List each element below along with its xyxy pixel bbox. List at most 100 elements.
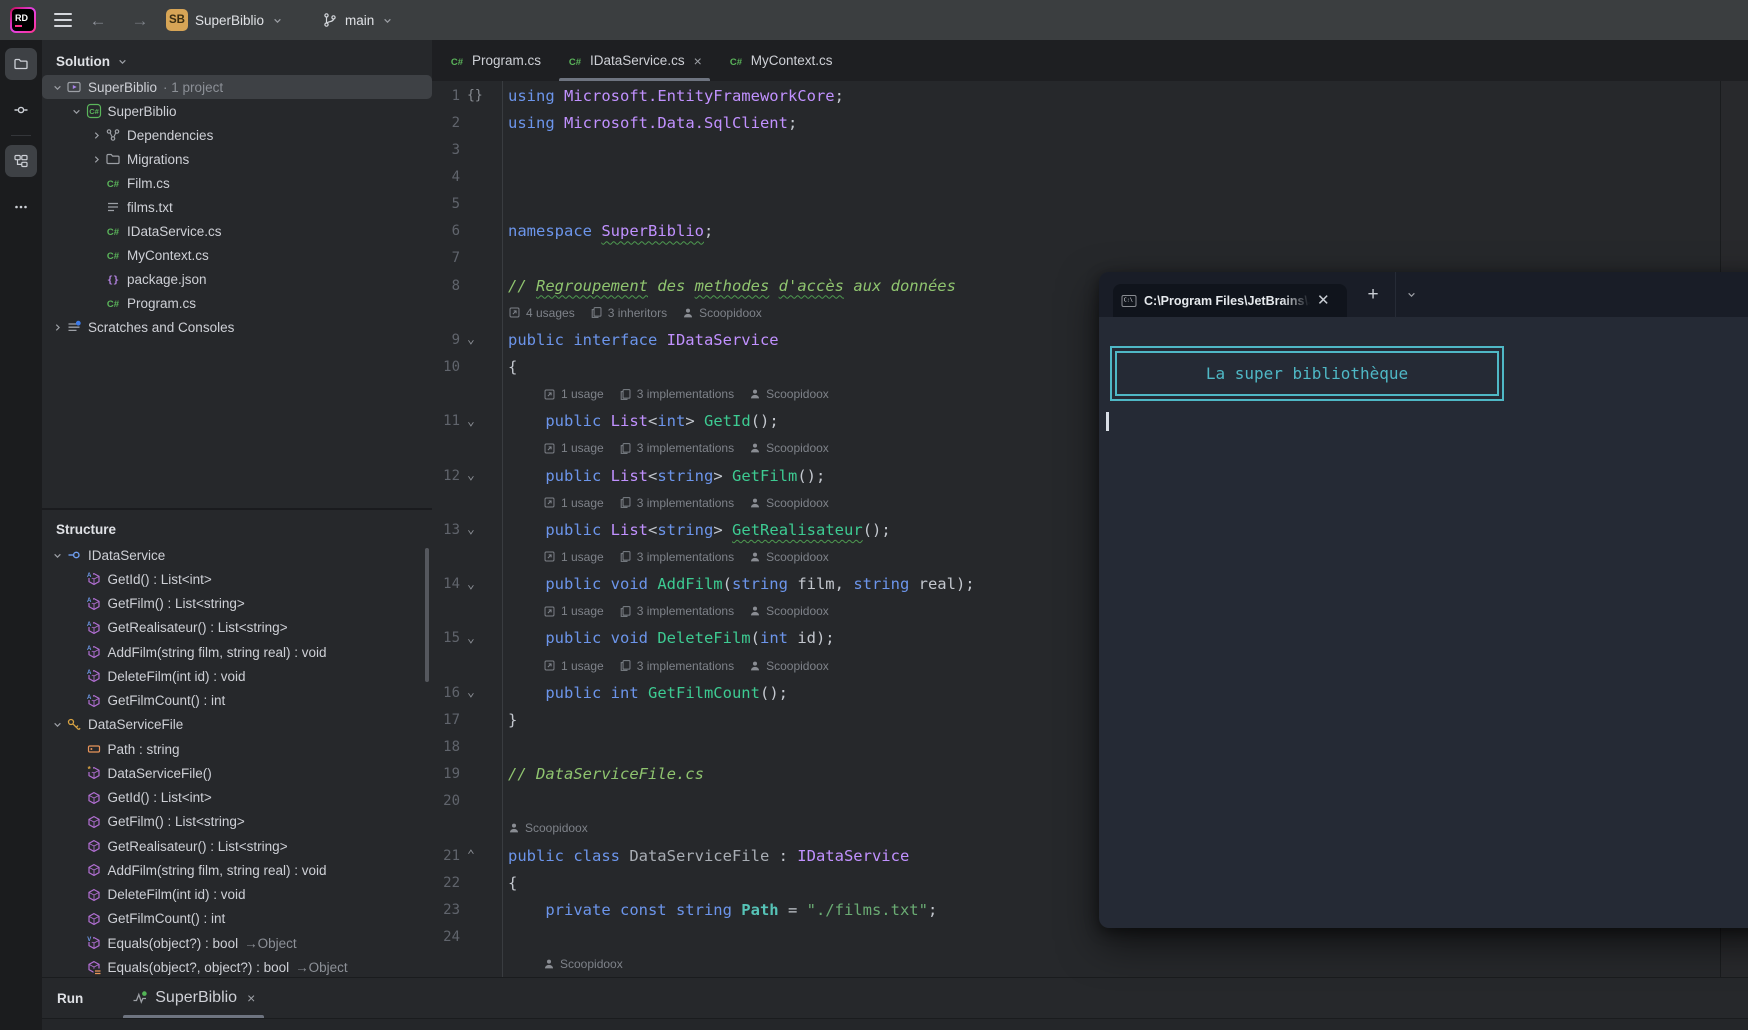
tree-row[interactable]: SuperBiblio· 1 project [42, 75, 432, 99]
inlay-hint-person[interactable]: Scoopidoox [749, 496, 829, 510]
solution-panel-header[interactable]: Solution [42, 40, 432, 75]
inlay-hint-usage[interactable]: 1 usage [543, 496, 604, 510]
tree-row[interactable]: C#IDataService.cs [42, 219, 432, 243]
inlay-hint-person[interactable]: Scoopidoox [749, 387, 829, 401]
fold-marker-icon[interactable]: ⌄ [460, 468, 502, 483]
chevron-right-icon[interactable] [87, 153, 105, 166]
commit-toolwindow-button[interactable] [5, 94, 37, 126]
inlay-hint-usage[interactable]: 1 usage [543, 387, 604, 401]
chevron-down-icon[interactable] [48, 718, 66, 731]
tree-row[interactable]: AGetFilm() : List<string> [42, 592, 432, 616]
tree-row[interactable]: Dependencies [42, 123, 432, 147]
inlay-hint-impl[interactable]: 3 implementations [619, 659, 734, 673]
tree-row[interactable]: DataServiceFile [42, 713, 432, 737]
tree-row[interactable]: AGetRealisateur() : List<string> [42, 616, 432, 640]
terminal-content[interactable]: La super bibliothèque [1099, 317, 1748, 928]
run-tab-superbiblio[interactable]: SuperBiblio × [119, 978, 268, 1018]
fold-marker-icon[interactable]: ⌄ [460, 631, 502, 646]
line-number: 11 [432, 413, 460, 429]
fold-marker-icon[interactable]: ⌄ [460, 685, 502, 700]
editor-tab-program-cs[interactable]: C#Program.cs [436, 40, 554, 81]
tree-row[interactable]: AAddFilm(string film, string real) : voi… [42, 640, 432, 664]
inlay-hint-person[interactable]: Scoopidoox [508, 821, 588, 835]
code-token: ; [788, 114, 797, 132]
fold-marker-icon[interactable]: ⌄ [460, 522, 502, 537]
tree-row[interactable]: Scratches and Consoles [42, 315, 432, 339]
editor-tab-close-icon[interactable]: × [694, 53, 702, 69]
line-number: 3 [432, 142, 460, 158]
inlay-hint-usage[interactable]: 1 usage [543, 604, 604, 618]
structure-panel-header: Structure [42, 510, 432, 543]
line-number: 9 [432, 332, 460, 348]
tree-row[interactable]: C#MyContext.cs [42, 243, 432, 267]
inlay-hint-impl[interactable]: 3 inheritors [590, 306, 667, 320]
inlay-hint-impl[interactable]: 3 implementations [619, 550, 734, 564]
structure-scrollbar-thumb[interactable] [425, 548, 429, 682]
impl-icon [619, 659, 632, 672]
project-widget[interactable]: SB SuperBiblio [160, 6, 290, 34]
fold-marker-icon[interactable]: ⌄ [460, 332, 502, 347]
tree-row[interactable]: IDataService [42, 543, 432, 567]
tree-row[interactable]: VEquals(object?) : bool→Object [42, 931, 432, 955]
tree-row[interactable]: GetFilm() : List<string> [42, 810, 432, 834]
inlay-hint-person[interactable]: Scoopidoox [749, 441, 829, 455]
chevron-down-icon[interactable] [48, 549, 66, 562]
terminal-tab-close-icon[interactable]: ✕ [1317, 293, 1330, 308]
inlay-hint-person[interactable]: Scoopidoox [682, 306, 762, 320]
navigate-forward-button[interactable]: → [130, 12, 150, 29]
tree-row[interactable]: GetFilmCount() : int [42, 907, 432, 931]
project-toolwindow-button[interactable] [5, 48, 37, 80]
inlay-hint-usage[interactable]: 1 usage [543, 441, 604, 455]
editor-tab-mycontext-cs[interactable]: C#MyContext.cs [715, 40, 846, 81]
inlay-hint-usage[interactable]: 1 usage [543, 659, 604, 673]
tree-row[interactable]: C#SuperBiblio [42, 99, 432, 123]
chevron-down-icon[interactable] [48, 81, 66, 94]
inlay-hint-impl[interactable]: 3 implementations [619, 441, 734, 455]
tree-row[interactable]: C#Program.cs [42, 291, 432, 315]
chevron-right-icon[interactable] [87, 129, 105, 142]
run-tab-close-icon[interactable]: × [247, 990, 255, 1006]
inlay-hint-impl[interactable]: 3 implementations [619, 387, 734, 401]
code-token: Regroupement [536, 277, 648, 295]
inlay-hint-usage[interactable]: 4 usages [508, 306, 575, 320]
tree-row[interactable]: GetRealisateur() : List<string> [42, 834, 432, 858]
tree-row[interactable]: {}package.json [42, 267, 432, 291]
folder-icon [105, 151, 121, 167]
tree-row[interactable]: AGetFilmCount() : int [42, 689, 432, 713]
inlay-hint-impl[interactable]: 3 implementations [619, 496, 734, 510]
tree-row[interactable]: DeleteFilm(int id) : void [42, 883, 432, 907]
chevron-right-icon[interactable] [48, 321, 66, 334]
inlay-hint-person[interactable]: Scoopidoox [749, 550, 829, 564]
code-token: < [648, 412, 657, 430]
fold-marker-icon[interactable]: ⌃ [460, 848, 502, 863]
vcs-branch-widget[interactable]: main [316, 9, 400, 31]
terminal-tab-dropdown-button[interactable] [1395, 272, 1427, 317]
code-token: IDataService [657, 331, 778, 349]
inlay-hint-person[interactable]: Scoopidoox [749, 604, 829, 618]
tree-row[interactable]: Migrations [42, 147, 432, 171]
terminal-titlebar[interactable]: C:\ C:\Program Files\JetBrains\Jet ✕ + [1099, 272, 1748, 317]
chevron-down-icon[interactable] [68, 105, 86, 118]
tree-row[interactable]: *DataServiceFile() [42, 761, 432, 785]
main-menu-button[interactable] [54, 12, 74, 28]
inlay-hint-impl[interactable]: 3 implementations [619, 604, 734, 618]
tree-row[interactable]: AGetId() : List<int> [42, 567, 432, 591]
tree-row[interactable]: C#Film.cs [42, 171, 432, 195]
terminal-new-tab-button[interactable]: + [1355, 272, 1391, 317]
navigate-back-button[interactable]: ← [88, 12, 108, 29]
tree-row[interactable]: films.txt [42, 195, 432, 219]
editor-tab-idataservice-cs[interactable]: C#IDataService.cs× [554, 40, 715, 81]
more-toolwindows-button[interactable] [5, 191, 37, 223]
structure-toolwindow-button[interactable] [5, 145, 37, 177]
inlay-hint-person[interactable]: Scoopidoox [749, 659, 829, 673]
inlay-hint-person[interactable]: Scoopidoox [543, 957, 623, 971]
tree-row[interactable]: AddFilm(string film, string real) : void [42, 858, 432, 882]
terminal-tab[interactable]: C:\ C:\Program Files\JetBrains\Jet ✕ [1113, 284, 1347, 317]
fold-marker-icon[interactable]: ⌄ [460, 577, 502, 592]
fold-marker-icon[interactable]: ⌄ [460, 414, 502, 429]
tree-row[interactable]: Equals(object?, object?) : bool→Object [42, 955, 432, 977]
tree-row[interactable]: ADeleteFilm(int id) : void [42, 664, 432, 688]
tree-row[interactable]: Path : string [42, 737, 432, 761]
inlay-hint-usage[interactable]: 1 usage [543, 550, 604, 564]
tree-row[interactable]: GetId() : List<int> [42, 786, 432, 810]
